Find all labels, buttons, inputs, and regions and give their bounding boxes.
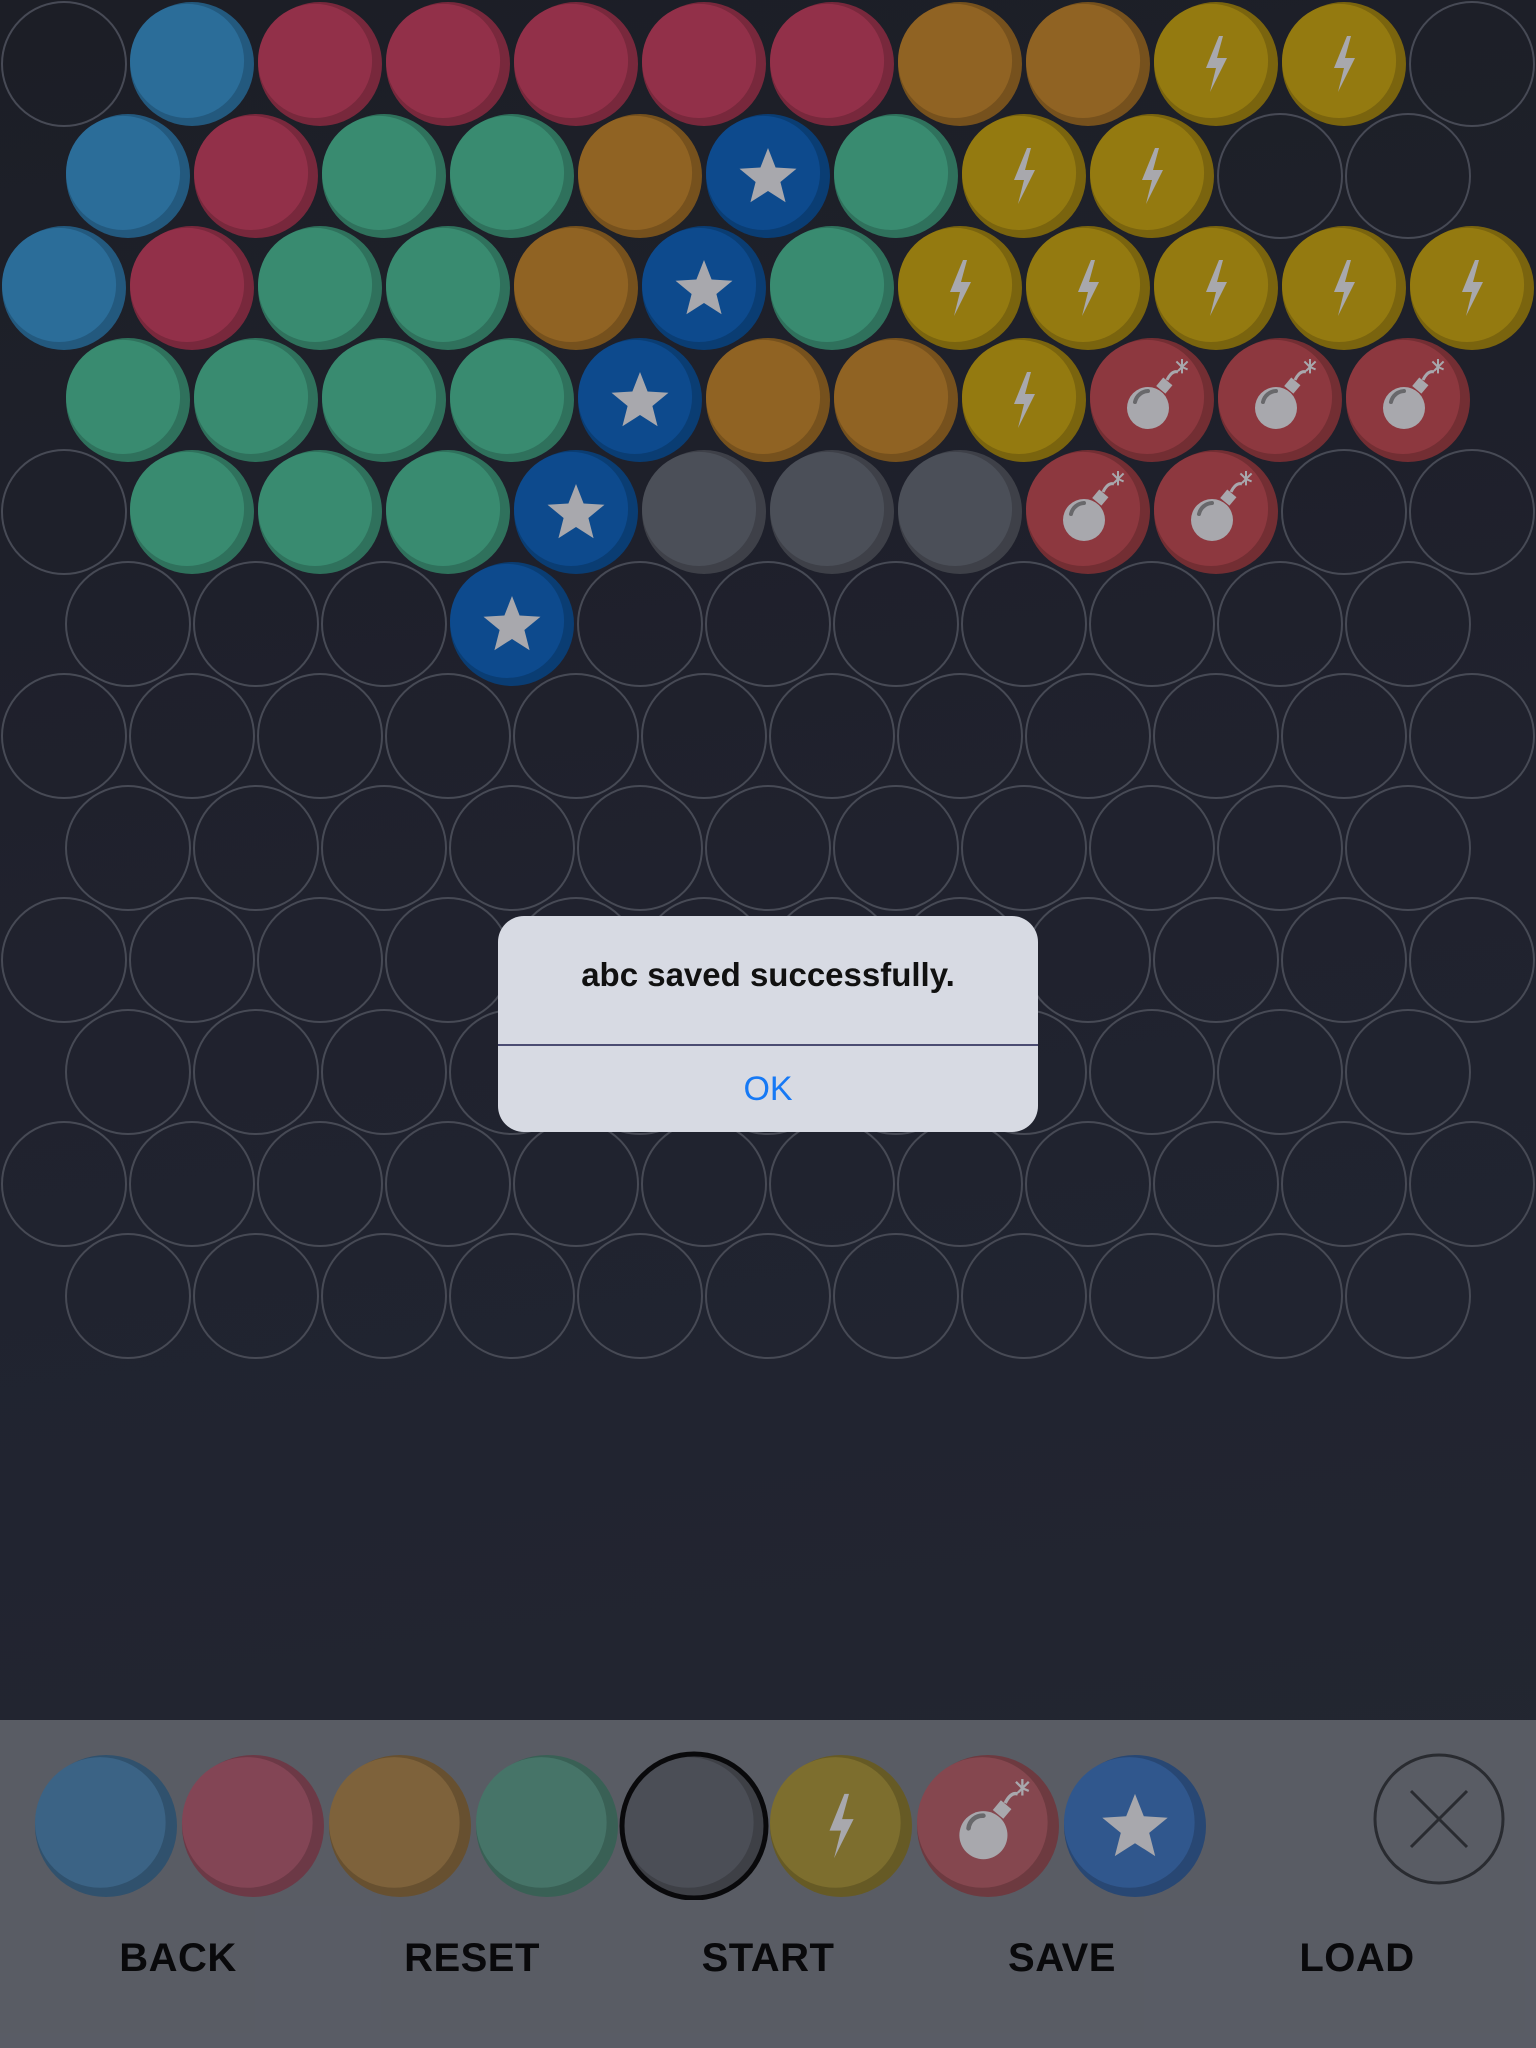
ok-button[interactable]: OK [498,1046,1038,1132]
alert-message: abc saved successfully. [581,956,955,993]
save-alert-dialog: abc saved successfully. OK [498,916,1038,1132]
